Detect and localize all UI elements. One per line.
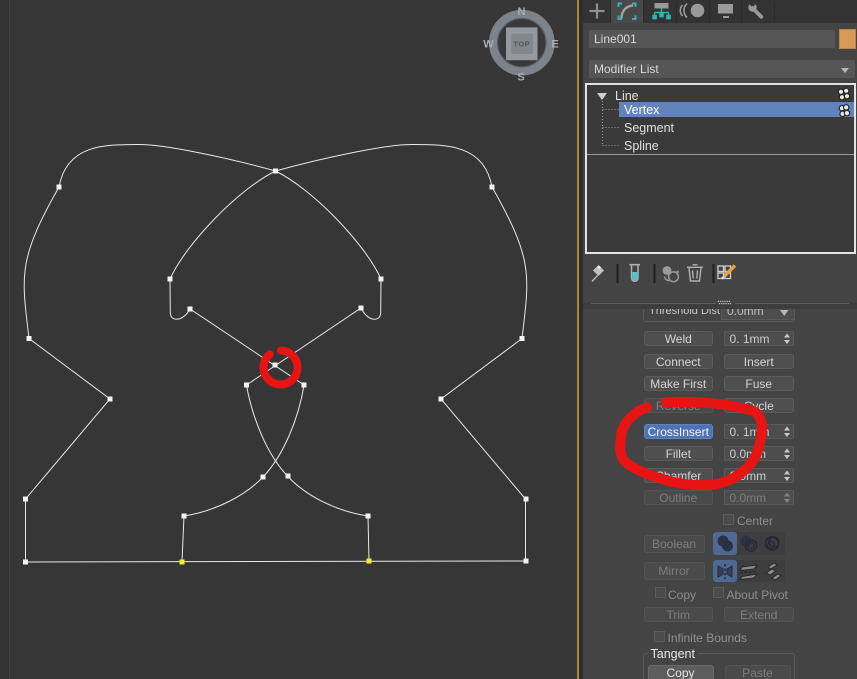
svg-text:N: N <box>518 6 526 18</box>
svg-text:TOP: TOP <box>513 40 530 49</box>
svg-text:W: W <box>483 39 494 51</box>
svg-text:E: E <box>551 39 558 51</box>
svg-text:S: S <box>517 72 524 84</box>
